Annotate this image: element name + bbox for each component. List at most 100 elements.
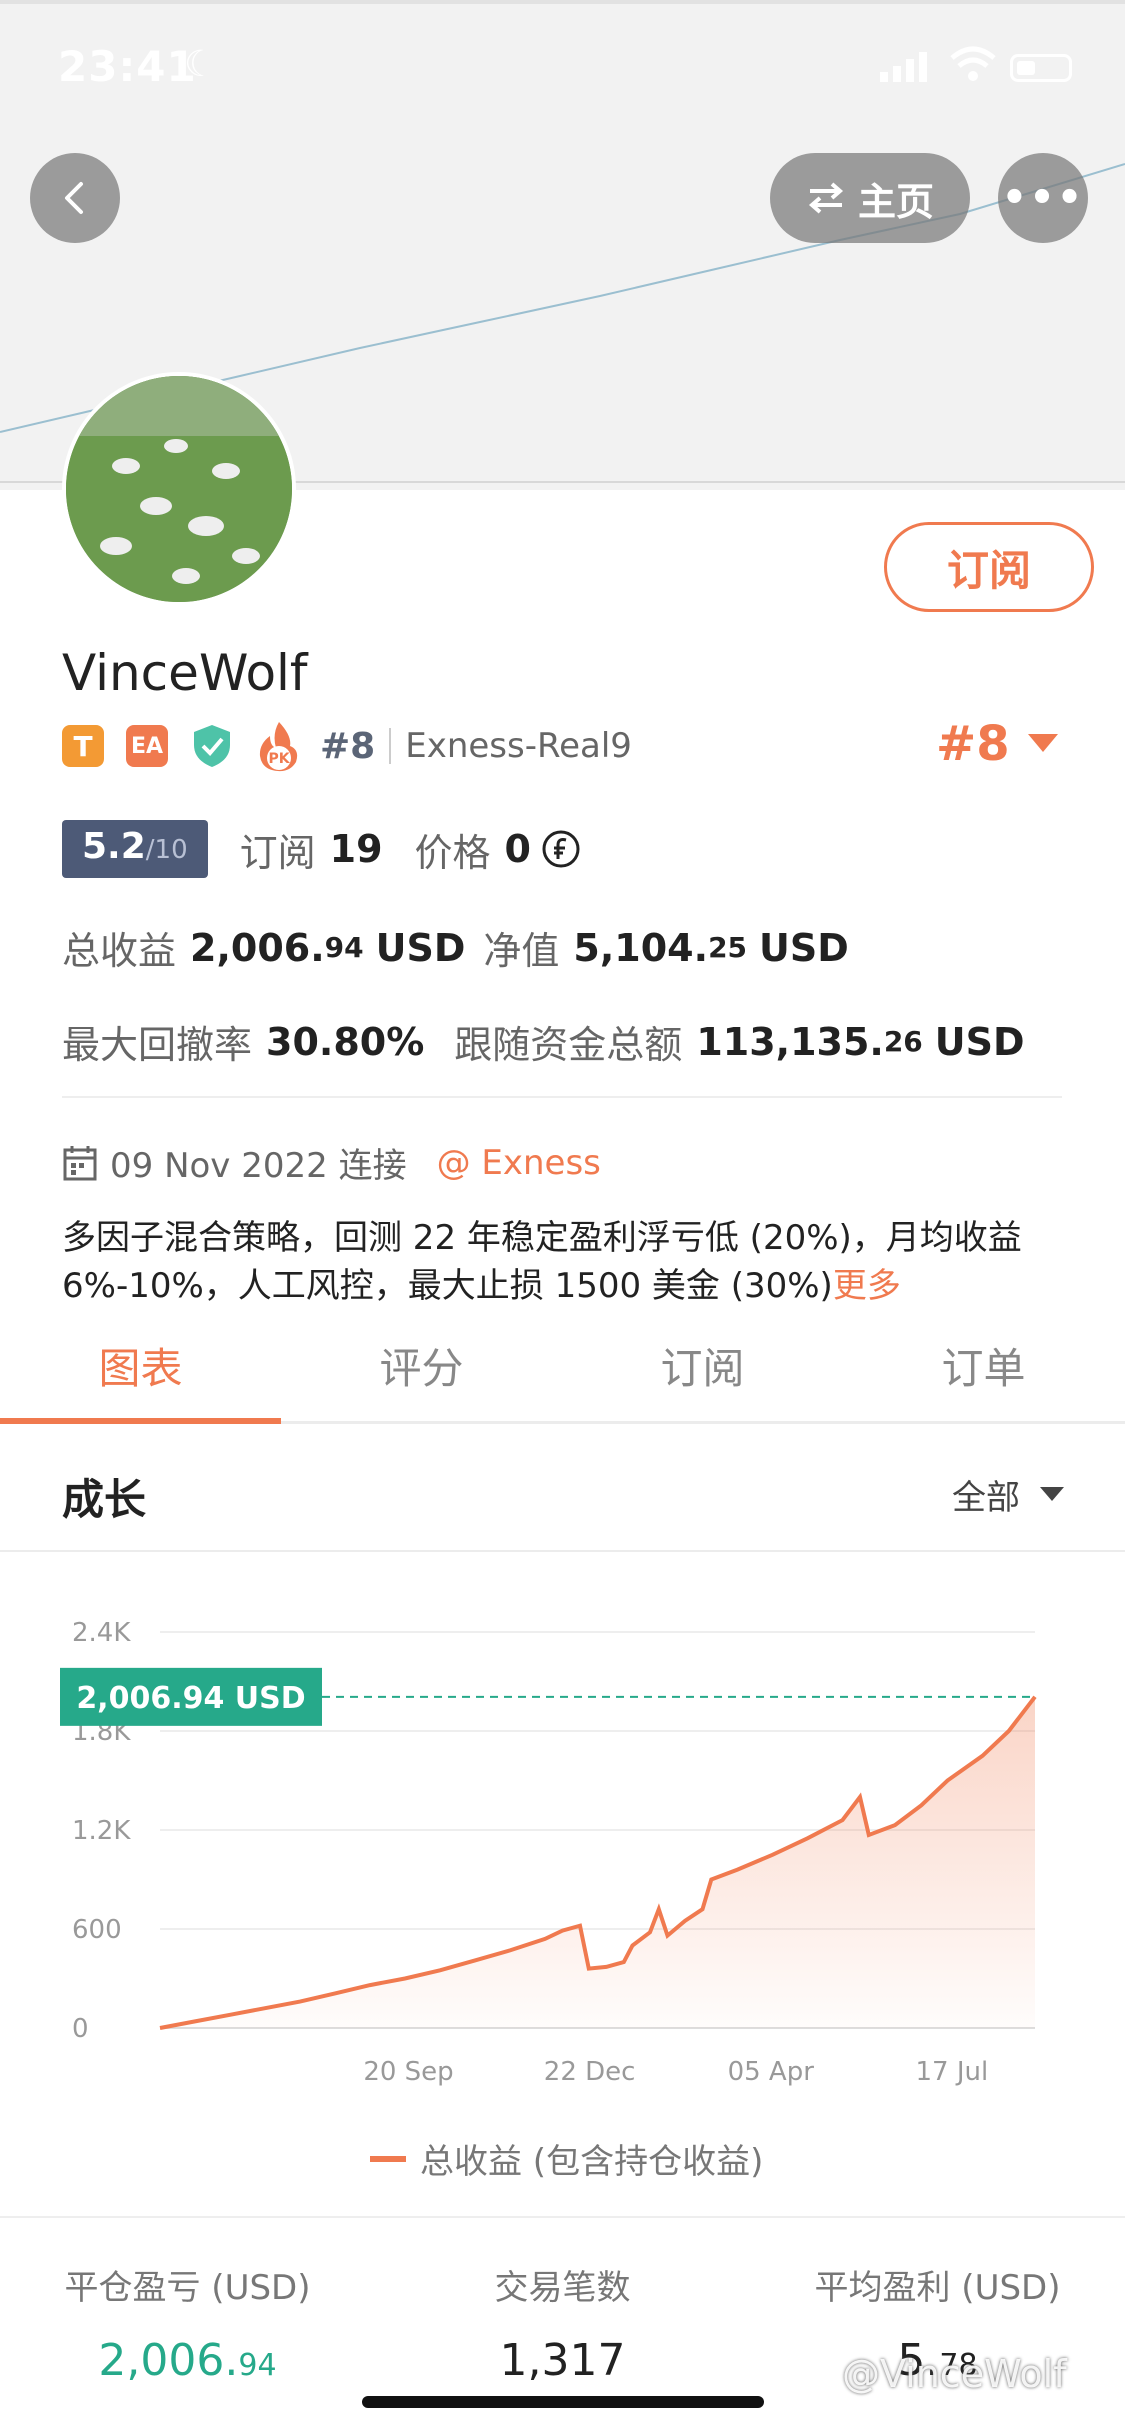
follow-unit: USD	[934, 1019, 1025, 1064]
caret-down-icon	[1040, 1486, 1064, 1501]
drawdown-row: 最大回撤率 30.80% 跟随资金总额 113,135. 26 USD	[62, 1014, 1025, 1069]
growth-chart: 2.4K 1.8K 1.2K 600 0 20 Sep 22 Dec 05 Apr 17 Jul…	[0, 1560, 1125, 2200]
y-tick-label: 0	[72, 2014, 89, 2044]
equity-label: 净值	[483, 929, 560, 973]
battery-icon	[1010, 54, 1072, 82]
connect-row: 09 Nov 2022 连接 @ Exness	[62, 1138, 601, 1187]
stat-value-int: 1,317	[499, 2335, 626, 2386]
tab-subscription[interactable]: 订阅	[562, 1310, 843, 1421]
status-bar: 23:41 ☾	[0, 0, 1125, 140]
score-badge: 5.2/10	[62, 820, 208, 878]
total-profit-label: 总收益	[62, 929, 177, 973]
badge-ea: EA	[126, 725, 168, 767]
trader-name: VinceWolf	[62, 644, 308, 702]
watermark: @VinceWolf	[842, 2352, 1067, 2396]
rank-small: #8	[320, 725, 376, 767]
pk-badge-text: PK	[268, 751, 290, 767]
tab-rating[interactable]: 评分	[281, 1310, 562, 1421]
pk-fire-icon: PK	[259, 722, 298, 772]
home-indicator[interactable]	[362, 2396, 764, 2408]
subs-label: 订阅	[239, 830, 316, 875]
status-time: 23:41	[58, 42, 197, 91]
home-button[interactable]: 主页	[770, 153, 970, 243]
broker-link[interactable]: @ Exness	[437, 1143, 601, 1183]
chart-legend: 总收益 (包含持仓收益)	[370, 2134, 763, 2183]
x-tick-label: 17 Jul	[916, 2057, 989, 2087]
price-value: 0	[504, 827, 531, 871]
growth-header: 成长 全部	[0, 1438, 1125, 1552]
equity-unit: USD	[759, 925, 849, 970]
x-tick-label: 22 Dec	[544, 2057, 636, 2087]
growth-filter-dropdown[interactable]: 全部	[952, 1470, 1064, 1519]
section-divider	[62, 1096, 1062, 1098]
y-tick-label: 1.2K	[72, 1816, 131, 1846]
more-button[interactable]: •••	[998, 153, 1088, 243]
calendar-icon	[63, 1145, 97, 1180]
stat-trade-count: 交易笔数 1,317	[375, 2260, 750, 2386]
stat-value: 2,006.94	[0, 2335, 375, 2386]
score-denominator: /10	[145, 835, 188, 865]
coin-icon	[542, 830, 580, 868]
wifi-icon	[950, 46, 996, 81]
rank-dropdown[interactable]: #8	[936, 716, 1058, 772]
subs-value: 19	[329, 827, 383, 871]
growth-chart-svg: 2.4K1.8K1.2K600020 Sep 22 Dec 05 Apr 17 Jul…	[60, 1618, 1037, 2087]
badge-divider	[389, 728, 392, 764]
stat-value-dec: 94	[238, 2348, 277, 2383]
badge-t: T	[62, 725, 104, 767]
strategy-description: 多因子混合策略，回测 22 年稳定盈利浮亏低 (20%)，月均收益 6%-10%…	[62, 1214, 1062, 1310]
price-label: 价格	[414, 830, 491, 875]
avatar-image	[66, 376, 292, 602]
swap-icon	[808, 182, 844, 214]
more-dots-icon: •••	[1001, 175, 1085, 221]
growth-filter-label: 全部	[952, 1478, 1020, 1518]
current-value-label: 2,006.94 USD	[76, 1681, 305, 1716]
follow-dec: 26	[883, 1025, 923, 1058]
growth-area	[160, 1696, 1035, 2028]
back-button[interactable]	[30, 153, 120, 243]
stat-label: 平均盈利 (USD)	[814, 2268, 1061, 2308]
total-profit-dec: 94	[324, 931, 364, 964]
rank-big-value: #8	[936, 716, 1010, 772]
signal-icon	[880, 52, 927, 82]
avatar[interactable]	[62, 372, 296, 606]
score-row: 5.2/10 订阅 19 价格 0	[62, 820, 581, 878]
stat-label: 平仓盈亏 (USD)	[64, 2268, 311, 2308]
subscribe-button[interactable]: 订阅	[884, 522, 1094, 612]
shield-check-icon	[194, 725, 230, 767]
legend-swatch	[370, 2155, 406, 2162]
growth-title: 成长	[62, 1475, 147, 1524]
x-tick-label: 20 Sep	[363, 2057, 453, 2087]
tab-bar: 图表 评分 订阅 订单	[0, 1310, 1125, 1424]
equity-dec: 25	[708, 931, 748, 964]
follow-label: 跟随资金总额	[454, 1023, 683, 1067]
connect-date: 09 Nov 2022 连接	[110, 1146, 407, 1186]
legend-label: 总收益 (包含持仓收益)	[420, 2142, 764, 2182]
stat-value-int: 2,006.	[98, 2335, 239, 2386]
total-profit-unit: USD	[375, 925, 466, 970]
y-tick-label: 600	[72, 1915, 122, 1945]
stat-label: 交易笔数	[494, 2268, 631, 2308]
drawdown-label: 最大回撤率	[62, 1023, 253, 1067]
drawdown-value: 30.80%	[266, 1019, 425, 1064]
more-link[interactable]: 更多	[833, 1266, 901, 1306]
follow-int: 113,135.	[696, 1019, 884, 1064]
x-tick-label: 05 Apr	[728, 2057, 815, 2087]
home-button-label: 主页	[857, 179, 934, 224]
stat-closed-pnl: 平仓盈亏 (USD) 2,006.94	[0, 2260, 375, 2386]
moon-icon: ☾	[184, 44, 217, 85]
stats-row: 平仓盈亏 (USD) 2,006.94 交易笔数 1,317 平均盈利 (USD…	[0, 2216, 1125, 2386]
total-profit-int: 2,006.	[190, 925, 325, 970]
chevron-left-icon	[65, 182, 83, 214]
profit-row: 总收益 2,006. 94 USD 净值 5,104. 25 USD	[62, 920, 849, 975]
current-value-tag: 2,006.94 USD	[60, 1667, 322, 1726]
tab-orders[interactable]: 订单	[843, 1310, 1124, 1421]
account-name: Exness-Real9	[405, 726, 632, 766]
equity-int: 5,104.	[573, 925, 709, 970]
tab-chart[interactable]: 图表	[0, 1310, 281, 1424]
caret-down-icon	[1027, 734, 1058, 752]
badge-row: T EA PK #8 Exness-Real9	[62, 716, 632, 776]
y-tick-label: 2.4K	[72, 1618, 131, 1648]
score-value: 5.2	[82, 826, 146, 867]
stat-value: 1,317	[375, 2335, 750, 2386]
